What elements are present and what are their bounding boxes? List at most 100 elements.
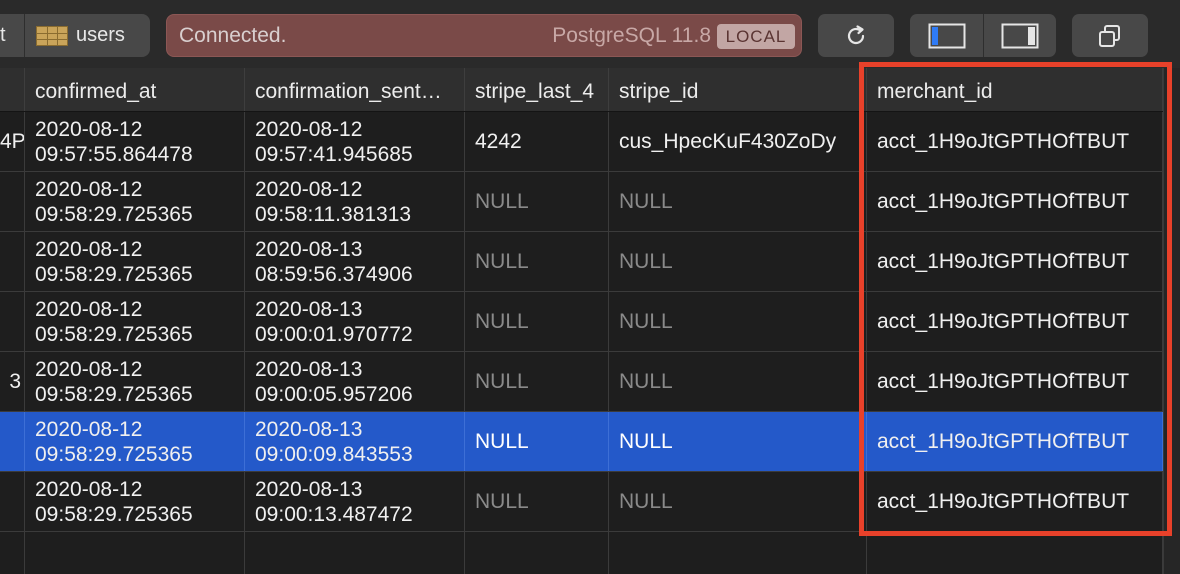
column-header-confirmed-at[interactable]: confirmed_at [25, 68, 245, 111]
cell-stripe-id[interactable]: NULL [609, 232, 867, 291]
cell-date: 2020-08-12 [255, 118, 363, 141]
table-row[interactable]: 2020-08-12 09:58:29.725365 2020-08-13 09:00… [0, 412, 1163, 472]
cell-partial[interactable] [0, 172, 25, 231]
cell-time: 09:58:29.725365 [35, 503, 193, 526]
empty-column-area [465, 532, 609, 574]
cell-partial[interactable]: 4P [0, 112, 25, 171]
column-header-stripe-last-4[interactable]: stripe_last_4 [465, 68, 609, 111]
vertical-scrollbar[interactable] [1163, 68, 1180, 574]
cell-stripe-id[interactable]: NULL [609, 292, 867, 351]
cell-stripe-id[interactable]: NULL [609, 412, 867, 471]
table-icon [36, 26, 68, 46]
cell-confirmation-sent[interactable]: 2020-08-12 09:57:41.945685 [245, 112, 465, 171]
breadcrumb-truncated[interactable]: t [0, 24, 6, 47]
duplicate-window-button[interactable] [1072, 14, 1148, 57]
cell-stripe-last-4[interactable]: NULL [465, 472, 609, 531]
cell-confirmation-sent[interactable]: 2020-08-13 09:00:13.487472 [245, 472, 465, 531]
cell-stripe-last-4[interactable]: 4242 [465, 112, 609, 171]
column-header-row: confirmed_at confirmation_sent… stripe_l… [0, 68, 1163, 112]
cell-confirmation-sent[interactable]: 2020-08-13 08:59:56.374906 [245, 232, 465, 291]
cell-confirmation-sent[interactable]: 2020-08-13 09:00:05.957206 [245, 352, 465, 411]
breadcrumb-table-name[interactable]: users [76, 24, 125, 47]
cell-stripe-last-4[interactable]: NULL [465, 412, 609, 471]
cell-date: 2020-08-12 [35, 178, 143, 201]
toggle-right-panel-button[interactable] [984, 14, 1056, 57]
cell-confirmed-at[interactable]: 2020-08-12 09:57:55.864478 [25, 112, 245, 171]
cell-stripe-last-4[interactable]: NULL [465, 292, 609, 351]
column-header-confirmation-sent[interactable]: confirmation_sent… [245, 68, 465, 111]
cell-confirmed-at[interactable]: 2020-08-12 09:58:29.725365 [25, 412, 245, 471]
cell-stripe-id[interactable]: cus_HpecKuF430ZoDy [609, 112, 867, 171]
column-header-merchant-id[interactable]: merchant_id [867, 68, 1163, 111]
cell-stripe-last-4[interactable]: NULL [465, 352, 609, 411]
toolbar: t users Connected. PostgreSQL 11.8 LOCAL [0, 0, 1180, 68]
cell-confirmed-at[interactable]: 2020-08-12 09:58:29.725365 [25, 472, 245, 531]
status-message: Connected. [179, 24, 287, 47]
cell-time: 09:57:41.945685 [255, 143, 413, 166]
cell-merchant-id[interactable]: acct_1H9oJtGPTHOfTBUT [867, 112, 1163, 171]
cell-stripe-last-4[interactable]: NULL [465, 232, 609, 291]
cell-merchant-id[interactable]: acct_1H9oJtGPTHOfTBUT [867, 352, 1163, 411]
cell-partial[interactable] [0, 292, 25, 351]
breadcrumb[interactable]: t users [0, 14, 150, 57]
cell-time: 09:58:29.725365 [35, 263, 193, 286]
cell-date: 2020-08-13 [255, 238, 363, 261]
database-version: PostgreSQL 11.8 [552, 24, 711, 47]
cell-date: 2020-08-13 [255, 478, 363, 501]
cell-stripe-id[interactable]: NULL [609, 352, 867, 411]
table-row[interactable]: 2020-08-12 09:58:29.725365 2020-08-12 09:58… [0, 172, 1163, 232]
cell-confirmation-sent[interactable]: 2020-08-12 09:58:11.381313 [245, 172, 465, 231]
cell-merchant-id[interactable]: acct_1H9oJtGPTHOfTBUT [867, 232, 1163, 291]
cell-stripe-id[interactable]: NULL [609, 172, 867, 231]
empty-column-area [867, 532, 1163, 574]
cell-confirmation-sent[interactable]: 2020-08-13 09:00:09.843553 [245, 412, 465, 471]
cell-merchant-id[interactable]: acct_1H9oJtGPTHOfTBUT [867, 292, 1163, 351]
table-row[interactable]: 2020-08-12 09:58:29.725365 2020-08-13 08:59… [0, 232, 1163, 292]
cell-date: 2020-08-13 [255, 298, 363, 321]
cell-stripe-last-4[interactable]: NULL [465, 172, 609, 231]
cell-confirmed-at[interactable]: 2020-08-12 09:58:29.725365 [25, 352, 245, 411]
table-row[interactable]: 3 2020-08-12 09:58:29.725365 2020-08-13 09:0… [0, 352, 1163, 412]
cell-confirmed-at[interactable]: 2020-08-12 09:58:29.725365 [25, 172, 245, 231]
breadcrumb-separator [24, 14, 25, 57]
column-header-stripe-id[interactable]: stripe_id [609, 68, 867, 111]
cell-time: 09:00:01.970772 [255, 323, 413, 346]
cell-time: 09:00:13.487472 [255, 503, 413, 526]
cell-time: 09:00:09.843553 [255, 443, 413, 466]
cell-confirmed-at[interactable]: 2020-08-12 09:58:29.725365 [25, 292, 245, 351]
empty-column-area [609, 532, 867, 574]
cell-partial[interactable] [0, 232, 25, 291]
cell-partial[interactable] [0, 412, 25, 471]
table-row[interactable]: 4P 2020-08-12 09:57:55.864478 2020-08-12 09:… [0, 112, 1163, 172]
toggle-left-panel-button[interactable] [910, 14, 983, 57]
cell-time: 09:58:11.381313 [255, 203, 412, 226]
table-row[interactable]: 2020-08-12 09:58:29.725365 2020-08-13 09:00… [0, 292, 1163, 352]
cell-date: 2020-08-13 [255, 358, 363, 381]
column-header-partial[interactable] [0, 68, 25, 111]
cell-date: 2020-08-12 [35, 118, 143, 141]
cell-confirmed-at[interactable]: 2020-08-12 09:58:29.725365 [25, 232, 245, 291]
duplicate-window-icon [1099, 24, 1120, 47]
cell-date: 2020-08-13 [255, 418, 363, 441]
cell-merchant-id[interactable]: acct_1H9oJtGPTHOfTBUT [867, 472, 1163, 531]
cell-partial[interactable] [0, 472, 25, 531]
cell-time: 09:58:29.725365 [35, 323, 193, 346]
results-grid: confirmed_at confirmation_sent… stripe_l… [0, 68, 1180, 574]
cell-merchant-id[interactable]: acct_1H9oJtGPTHOfTBUT [867, 412, 1163, 471]
cell-date: 2020-08-12 [35, 238, 143, 261]
panel-toggle-group [910, 14, 1056, 57]
cell-date: 2020-08-12 [35, 358, 143, 381]
empty-column-area [25, 532, 245, 574]
cell-confirmation-sent[interactable]: 2020-08-13 09:00:01.970772 [245, 292, 465, 351]
cell-merchant-id[interactable]: acct_1H9oJtGPTHOfTBUT [867, 172, 1163, 231]
cell-date: 2020-08-12 [35, 478, 143, 501]
cell-date: 2020-08-12 [35, 298, 143, 321]
empty-column-area [0, 532, 25, 574]
cell-time: 09:58:29.725365 [35, 443, 193, 466]
cell-time: 09:57:55.864478 [35, 143, 193, 166]
table-row[interactable]: 2020-08-12 09:58:29.725365 2020-08-13 09:00… [0, 472, 1163, 532]
empty-column-area [245, 532, 465, 574]
refresh-button[interactable] [818, 14, 894, 57]
cell-stripe-id[interactable]: NULL [609, 472, 867, 531]
cell-partial[interactable]: 3 [0, 352, 25, 411]
